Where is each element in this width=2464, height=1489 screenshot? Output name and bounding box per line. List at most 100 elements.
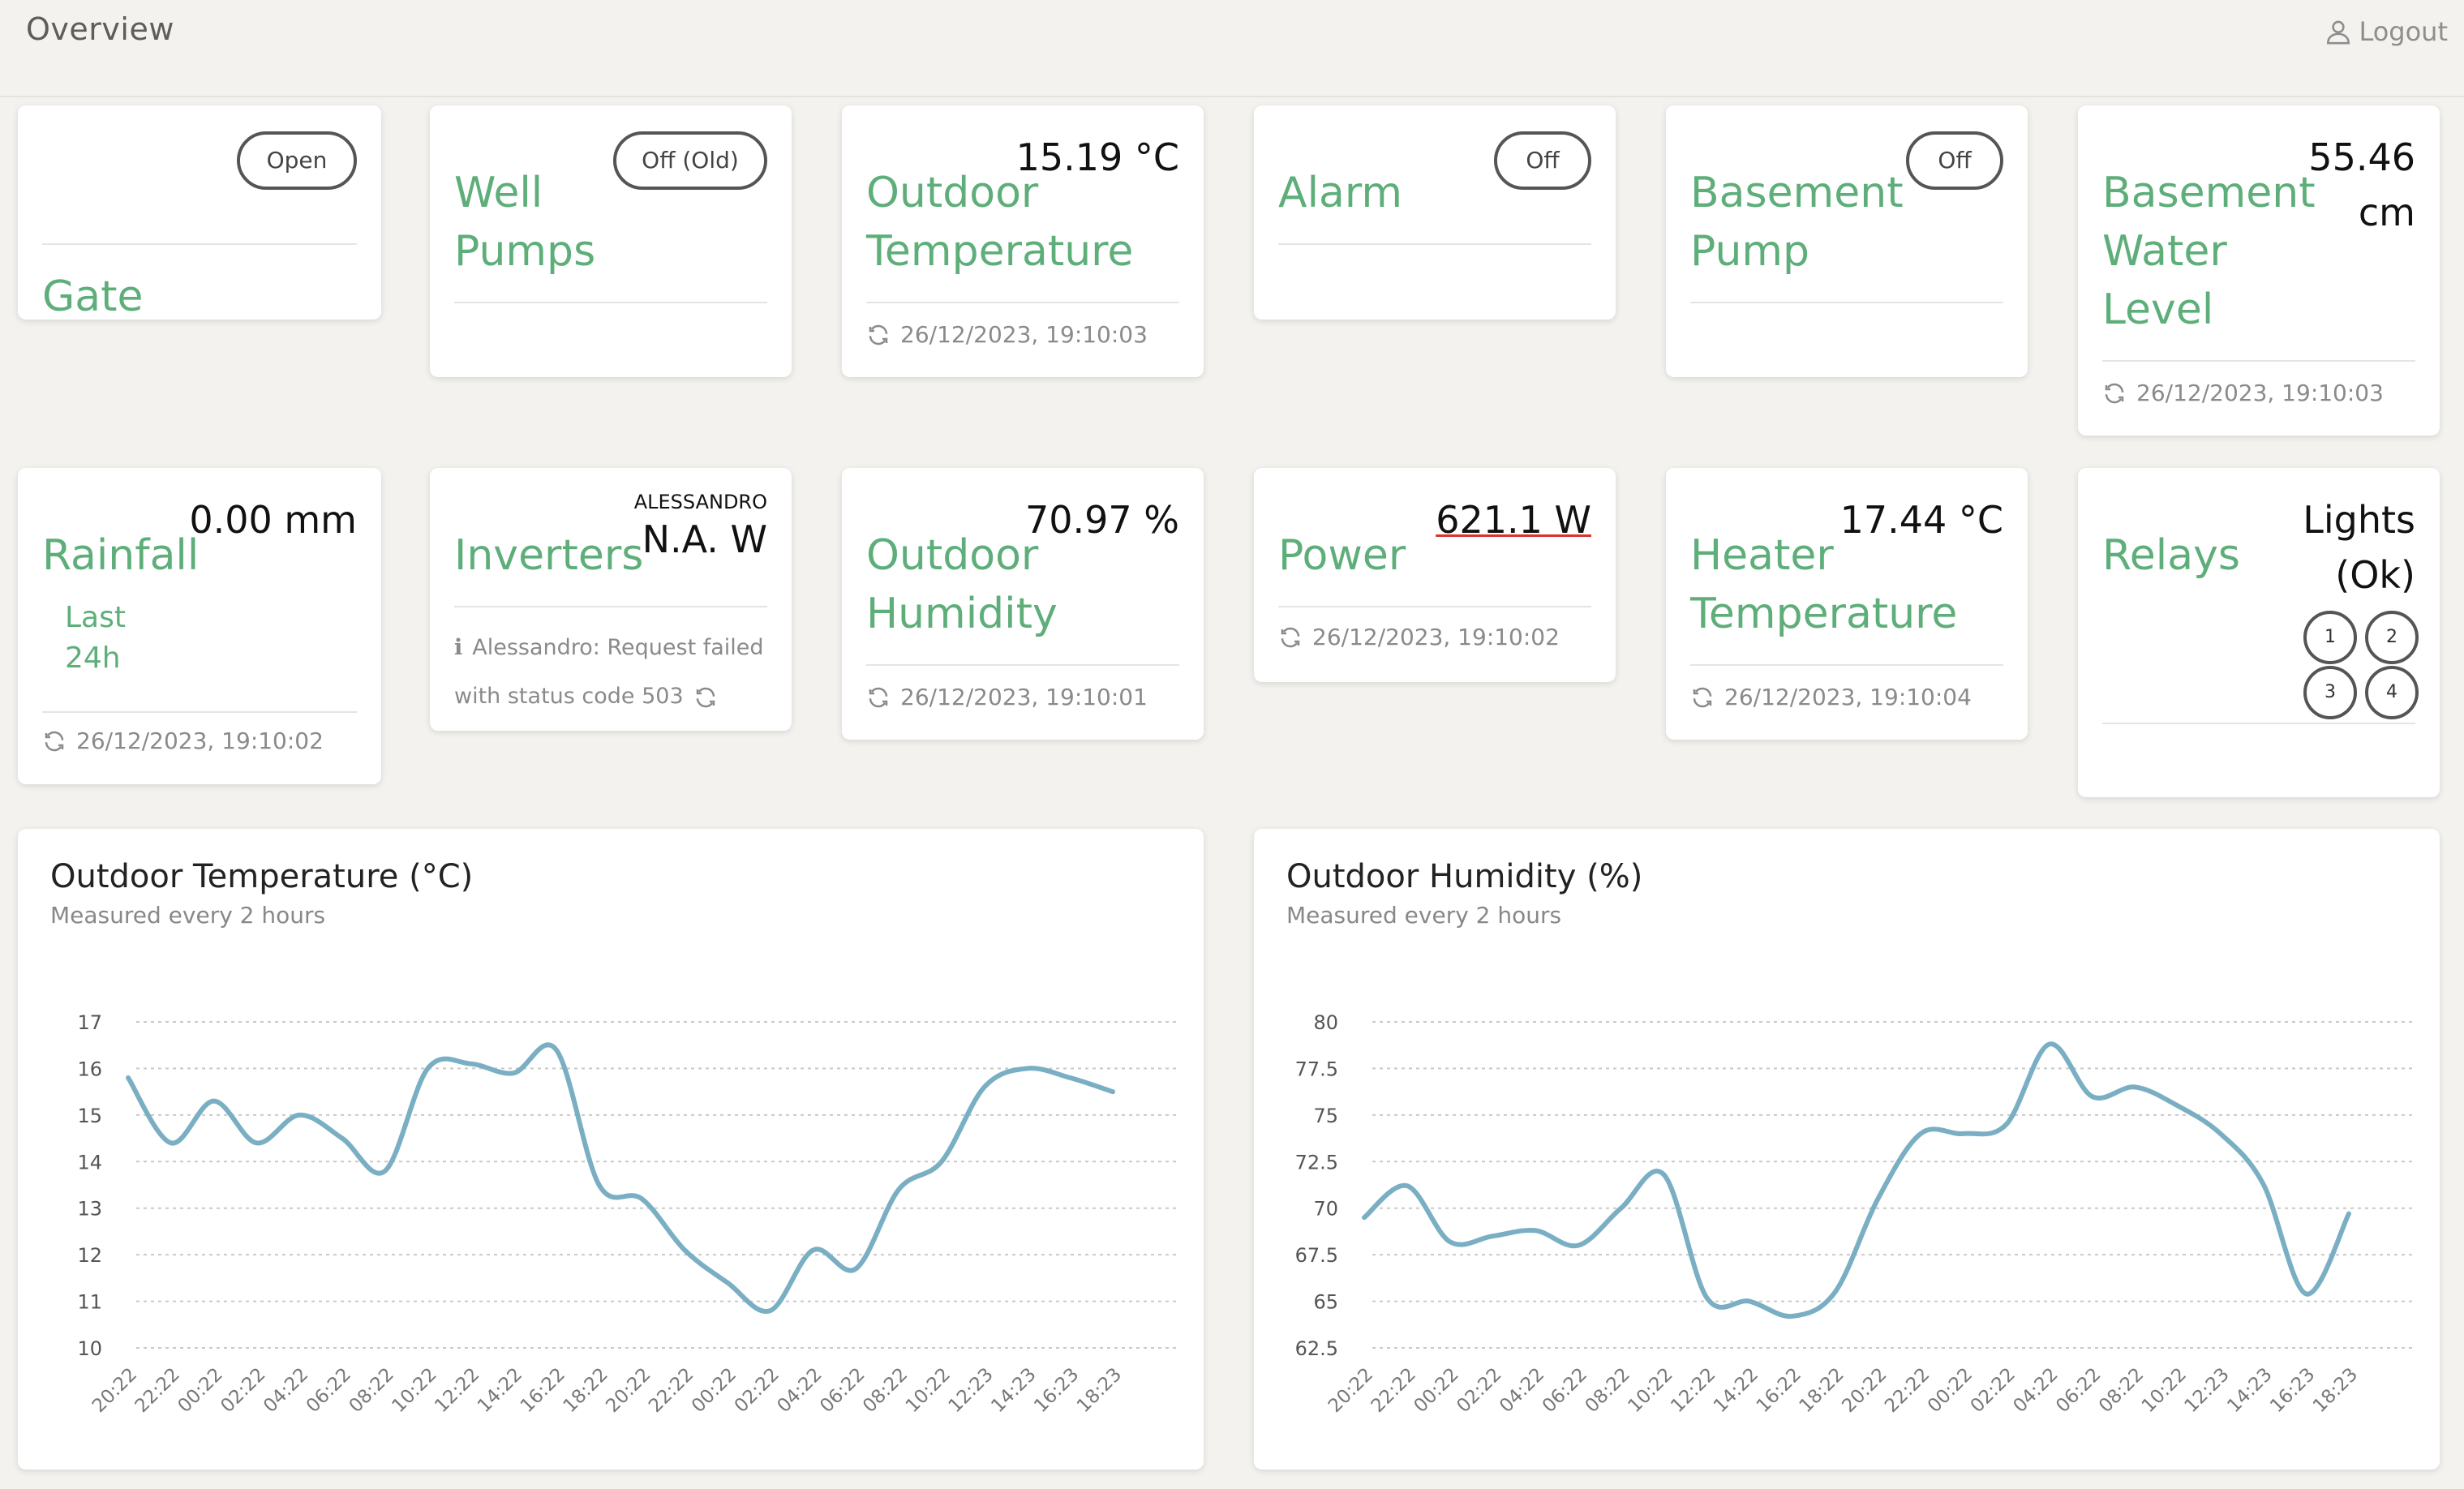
user-icon [2327, 20, 2350, 45]
x-tick-label: 12:23 [2181, 1364, 2234, 1417]
divider [2102, 723, 2415, 724]
x-tick-label: 18:23 [2309, 1364, 2362, 1417]
refresh-icon [1693, 687, 1712, 707]
y-tick-label: 13 [77, 1198, 102, 1221]
x-tick-label: 04:22 [260, 1364, 312, 1417]
inverters-card: Inverters ALESSANDRO N.A. W ℹ Alessandro:… [430, 468, 792, 731]
logout-button[interactable]: Logout [2324, 16, 2448, 47]
y-tick-label: 62.5 [1295, 1337, 1338, 1360]
well-pumps-card: Well Pumps Off (Old) [430, 105, 792, 377]
divider [1690, 302, 2003, 303]
outdoor-humidity-card: Outdoor Humidity 70.97 % 26/12/2023, 19:… [842, 468, 1204, 740]
x-tick-label: 12:22 [431, 1364, 483, 1417]
heater-temperature-card: Heater Temperature 17.44 °C 26/12/2023, … [1666, 468, 2028, 740]
y-tick-label: 16 [77, 1058, 102, 1080]
card-title: Gate [42, 272, 144, 321]
card-title: Basement Pump [1690, 169, 1904, 276]
x-tick-label: 00:22 [1410, 1364, 1463, 1417]
x-tick-label: 06:22 [2052, 1364, 2105, 1417]
relay-4-button[interactable]: 4 [2365, 666, 2419, 719]
x-tick-label: 22:22 [1881, 1364, 1934, 1417]
series-line [1362, 1041, 2351, 1319]
info-icon: ℹ [454, 635, 463, 660]
x-tick-label: 08:22 [1582, 1364, 1634, 1417]
power-value: 621.1 W [1436, 498, 1591, 542]
basement-water-level-card: Basement Water Level 55.46 cm 26/12/2023… [2078, 105, 2440, 436]
basement-pump-status-button[interactable]: Off [1906, 131, 2003, 190]
refresh-icon [869, 687, 888, 707]
card-title: Well Pumps [454, 169, 596, 276]
last-updated: 26/12/2023, 19:10:02 [1278, 624, 1560, 650]
well-pumps-status-button[interactable]: Off (Old) [613, 131, 767, 190]
refresh-icon [697, 687, 715, 707]
inverter-value: N.A. W [642, 517, 767, 561]
alarm-status-button[interactable]: Off [1494, 131, 1591, 190]
basement-pump-card: Basement Pump Off [1666, 105, 2028, 377]
x-tick-label: 18:22 [1796, 1364, 1848, 1417]
humidity-chart: 8077.57572.57067.56562.520:2222:2200:220… [1295, 1011, 2414, 1417]
y-tick-label: 12 [77, 1244, 102, 1267]
x-tick-label: 00:22 [688, 1364, 740, 1417]
x-tick-label: 16:22 [517, 1364, 569, 1417]
x-tick-label: 04:22 [774, 1364, 826, 1417]
divider [42, 243, 357, 245]
rainfall-period: Last 24h [65, 601, 126, 675]
series-line [126, 1042, 1115, 1315]
relay-1-button[interactable]: 1 [2303, 611, 2357, 664]
x-tick-label: 04:22 [1496, 1364, 1548, 1417]
x-tick-label: 00:22 [174, 1364, 227, 1417]
x-tick-label: 16:23 [2266, 1364, 2319, 1417]
divider [1278, 606, 1591, 607]
x-tick-label: 14:23 [987, 1364, 1040, 1417]
x-tick-label: 22:22 [1367, 1364, 1420, 1417]
divider [2102, 360, 2415, 362]
x-tick-label: 22:22 [131, 1364, 184, 1417]
alarm-card: Alarm Off [1254, 105, 1616, 320]
inverter-name: ALESSANDRO [633, 491, 767, 513]
y-tick-label: 72.5 [1295, 1151, 1338, 1174]
gate-status-button[interactable]: Open [237, 131, 357, 190]
x-tick-label: 20:22 [1324, 1364, 1377, 1417]
top-bar: Overview Logout [0, 0, 2464, 97]
refresh-icon [45, 731, 64, 751]
relays-card: Relays Lights (Ok) 1 2 3 4 [2078, 468, 2440, 797]
humidity-chart-card: Outdoor Humidity (%) Measured every 2 ho… [1254, 829, 2440, 1470]
x-tick-label: 12:23 [945, 1364, 998, 1417]
y-tick-label: 65 [1313, 1291, 1338, 1314]
x-tick-label: 02:22 [1967, 1364, 2020, 1417]
divider [42, 711, 357, 713]
relay-2-button[interactable]: 2 [2365, 611, 2419, 664]
temperature-chart: 171615141312111020:2222:2200:2202:2204:2… [77, 1011, 1178, 1417]
last-updated: 26/12/2023, 19:10:03 [2102, 380, 2384, 406]
y-tick-label: 11 [77, 1291, 102, 1314]
x-tick-label: 12:22 [1667, 1364, 1719, 1417]
x-tick-label: 10:22 [2138, 1364, 2191, 1417]
divider [454, 606, 767, 607]
x-tick-label: 16:22 [1753, 1364, 1805, 1417]
x-tick-label: 14:23 [2223, 1364, 2276, 1417]
divider [454, 302, 767, 303]
y-tick-label: 67.5 [1295, 1244, 1338, 1267]
logout-label: Logout [2359, 16, 2448, 47]
refresh-icon [869, 324, 888, 345]
x-tick-label: 20:22 [602, 1364, 655, 1417]
last-updated: 26/12/2023, 19:10:02 [42, 727, 324, 754]
relay-3-button[interactable]: 3 [2303, 666, 2357, 719]
relays-value: Lights (Ok) [2303, 498, 2415, 597]
divider [866, 664, 1179, 666]
x-tick-label: 06:22 [1539, 1364, 1591, 1417]
y-tick-label: 15 [77, 1105, 102, 1127]
x-tick-label: 02:22 [731, 1364, 783, 1417]
refresh-icon [1281, 627, 1300, 647]
power-card: Power 621.1 W 26/12/2023, 19:10:02 [1254, 468, 1616, 682]
y-tick-label: 77.5 [1295, 1058, 1338, 1080]
rainfall-value: 0.00 mm [189, 498, 357, 542]
temperature-value: 15.19 °C [1015, 135, 1179, 179]
x-tick-label: 04:22 [2010, 1364, 2063, 1417]
humidity-value: 70.97 % [1024, 498, 1179, 542]
divider [1278, 243, 1591, 245]
x-tick-label: 08:22 [346, 1364, 398, 1417]
card-title: Power [1278, 531, 1406, 580]
divider [866, 302, 1179, 303]
x-tick-label: 02:22 [217, 1364, 269, 1417]
